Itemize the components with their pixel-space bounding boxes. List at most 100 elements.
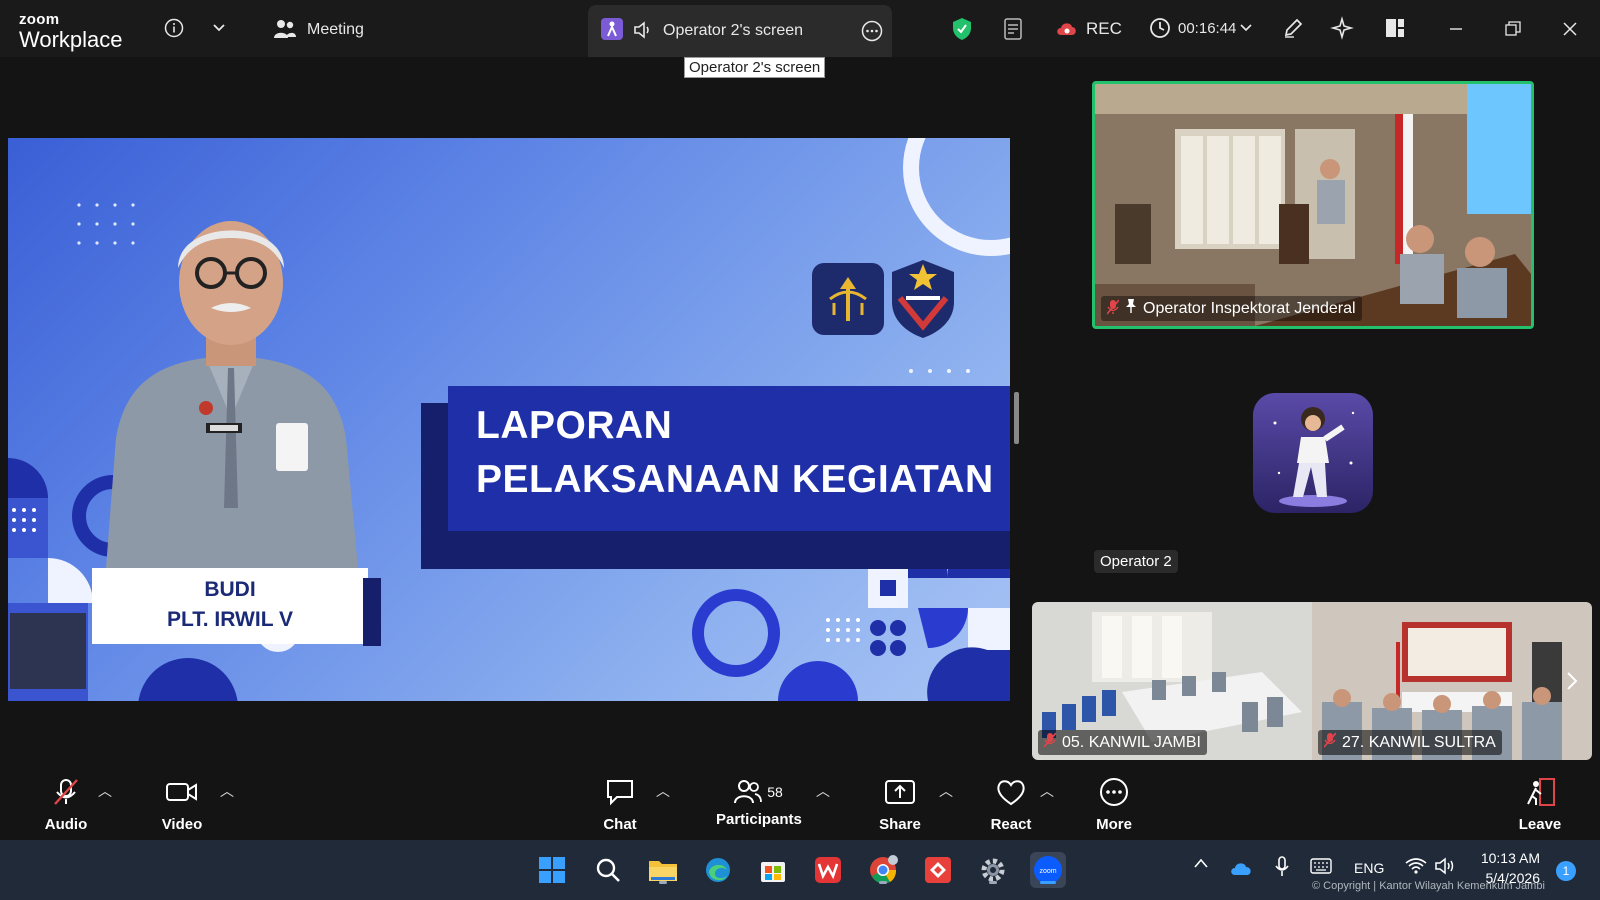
audio-button[interactable]: Audio bbox=[40, 777, 92, 833]
running-indicator bbox=[659, 881, 667, 884]
gallery-next-chevron-icon[interactable] bbox=[1560, 664, 1584, 698]
gallery-tile-1[interactable]: 05. KANWIL JAMBI bbox=[1032, 602, 1312, 760]
file-explorer-icon[interactable] bbox=[645, 852, 681, 888]
speaker-photo bbox=[106, 221, 358, 568]
chat-label: Chat bbox=[603, 816, 637, 833]
mic-muted-icon bbox=[1323, 732, 1337, 753]
audio-label: Audio bbox=[44, 816, 88, 833]
edge-browser-icon[interactable] bbox=[700, 852, 736, 888]
ai-companion-icon[interactable] bbox=[1327, 14, 1357, 42]
mic-muted-icon bbox=[1106, 299, 1120, 318]
cloud-record-icon[interactable] bbox=[1054, 17, 1080, 39]
share-button[interactable]: Share bbox=[876, 777, 924, 833]
zoom-app-icon[interactable]: zoom bbox=[1030, 852, 1066, 888]
clock-icon bbox=[1148, 16, 1172, 40]
video-options-caret-icon[interactable]: ︿ bbox=[220, 781, 234, 801]
share-label: Share bbox=[879, 816, 921, 833]
participants-button[interactable]: 58 Participants bbox=[716, 777, 802, 828]
react-options-caret-icon[interactable]: ︿ bbox=[1040, 781, 1054, 801]
participants-options-caret-icon[interactable]: ︿ bbox=[816, 781, 830, 801]
slide-title-box: LAPORAN PELAKSANAAN KEGIATAN bbox=[448, 386, 1010, 531]
more-button[interactable]: More bbox=[1090, 777, 1138, 833]
clock-time: 10:13 AM bbox=[1480, 850, 1540, 866]
video-feed-room bbox=[1095, 84, 1531, 326]
participant-name: 05. KANWIL JAMBI bbox=[1062, 733, 1201, 751]
more-label: More bbox=[1096, 816, 1132, 833]
video-tile-active-speaker[interactable]: Operator Inspektorat Jenderal bbox=[1092, 81, 1534, 329]
participants-count: 58 bbox=[767, 784, 783, 800]
captions-icon[interactable] bbox=[1001, 16, 1027, 42]
mic-muted-icon bbox=[1043, 732, 1057, 753]
active-indicator bbox=[1040, 881, 1056, 884]
splitter-handle[interactable] bbox=[1014, 392, 1019, 444]
share-tab-title: Operator 2's screen bbox=[663, 22, 804, 39]
meeting-timer: 00:16:44 bbox=[1178, 20, 1237, 37]
view-layout-icon[interactable] bbox=[1380, 14, 1410, 42]
copyright-watermark: © Copyright | Kantor Wilayah Kemenkum Ja… bbox=[1312, 880, 1545, 892]
microsoft-store-icon[interactable] bbox=[755, 852, 791, 888]
slide-title-line2: PELAKSANAAN KEGIATAN bbox=[476, 458, 994, 501]
shared-screen-slide: BUDI PLT. IRWIL V LAPORAN PELAKSANAAN KE… bbox=[8, 138, 1010, 701]
chat-button[interactable]: Chat bbox=[596, 777, 644, 833]
gallery-tile-2-label: 27. KANWIL SULTRA bbox=[1318, 730, 1502, 755]
heart-icon bbox=[997, 780, 1025, 806]
share-screen-icon bbox=[885, 780, 915, 804]
participant-name: Operator Inspektorat Jenderal bbox=[1143, 299, 1356, 317]
participant-avatar-operator2 bbox=[1253, 393, 1373, 513]
keyboard-icon[interactable] bbox=[1310, 858, 1332, 877]
zoom-logo: zoom Workplace bbox=[19, 12, 123, 51]
name-card-shadow bbox=[363, 578, 381, 646]
svg-text:zoom: zoom bbox=[1039, 868, 1056, 875]
brand-large: Workplace bbox=[19, 27, 123, 52]
more-options-icon[interactable] bbox=[860, 19, 884, 43]
meeting-participants-icon bbox=[272, 16, 298, 42]
speaker-icon bbox=[632, 19, 654, 41]
speaker-name: BUDI bbox=[204, 578, 256, 601]
share-options-caret-icon[interactable]: ︿ bbox=[939, 781, 953, 801]
tray-chevron-icon[interactable] bbox=[1193, 856, 1209, 872]
volume-icon[interactable] bbox=[1434, 857, 1456, 878]
chevron-down-icon[interactable] bbox=[207, 14, 231, 42]
ministry-emblem-icon bbox=[812, 263, 884, 335]
dark-square-decoration bbox=[10, 613, 86, 689]
chat-options-caret-icon[interactable]: ︿ bbox=[656, 781, 670, 801]
wifi-icon[interactable] bbox=[1405, 857, 1427, 878]
meeting-toolbar: Audio ︿ Video ︿ Chat ︿ 58 Participants ︿… bbox=[0, 767, 1600, 840]
meeting-label[interactable]: Meeting bbox=[307, 21, 364, 39]
slide-title-line1: LAPORAN bbox=[476, 404, 673, 447]
onedrive-cloud-icon[interactable] bbox=[1230, 860, 1254, 879]
react-label: React bbox=[990, 816, 1032, 833]
info-icon[interactable] bbox=[160, 14, 188, 42]
active-speaker-label: Operator Inspektorat Jenderal bbox=[1101, 296, 1362, 321]
windows-start-icon[interactable] bbox=[534, 852, 570, 888]
leave-label: Leave bbox=[1518, 816, 1562, 833]
react-button[interactable]: React bbox=[987, 777, 1035, 833]
running-indicator bbox=[989, 881, 997, 884]
windows-taskbar: zoom ENG 10:13 AM 5/4/2026 1 © Copyright… bbox=[0, 840, 1600, 900]
notification-badge[interactable]: 1 bbox=[1556, 861, 1576, 881]
small-dots-decoration bbox=[909, 369, 970, 373]
chat-bubble-icon bbox=[607, 780, 633, 806]
wps-office-icon[interactable] bbox=[810, 852, 846, 888]
leave-button[interactable]: Leave bbox=[1514, 777, 1566, 833]
title-bar: zoom Workplace Meeting Operator 2's scre… bbox=[0, 0, 1600, 57]
minimize-icon[interactable] bbox=[1443, 18, 1469, 38]
gallery-tile-2[interactable]: 27. KANWIL SULTRA bbox=[1312, 602, 1592, 760]
microphone-icon[interactable] bbox=[1274, 856, 1290, 881]
search-icon[interactable] bbox=[590, 852, 626, 888]
close-icon[interactable] bbox=[1557, 18, 1583, 40]
more-dots-icon bbox=[1100, 778, 1128, 806]
anydesk-icon[interactable] bbox=[920, 852, 956, 888]
timer-chevron-icon[interactable] bbox=[1238, 18, 1254, 38]
annotate-pencil-icon[interactable] bbox=[1278, 14, 1308, 42]
language-indicator[interactable]: ENG bbox=[1354, 860, 1384, 876]
audio-options-caret-icon[interactable]: ︿ bbox=[98, 781, 112, 801]
video-button[interactable]: Video bbox=[154, 777, 210, 833]
gallery-tile-1-label: 05. KANWIL JAMBI bbox=[1038, 730, 1207, 755]
restore-icon[interactable] bbox=[1500, 18, 1526, 40]
settings-gear-icon[interactable] bbox=[975, 852, 1011, 888]
inspectorate-shield-icon bbox=[890, 258, 956, 340]
chrome-browser-icon[interactable] bbox=[865, 852, 901, 888]
security-shield-icon[interactable] bbox=[950, 16, 974, 42]
shared-screen-tab[interactable]: Operator 2's screen bbox=[588, 5, 892, 57]
